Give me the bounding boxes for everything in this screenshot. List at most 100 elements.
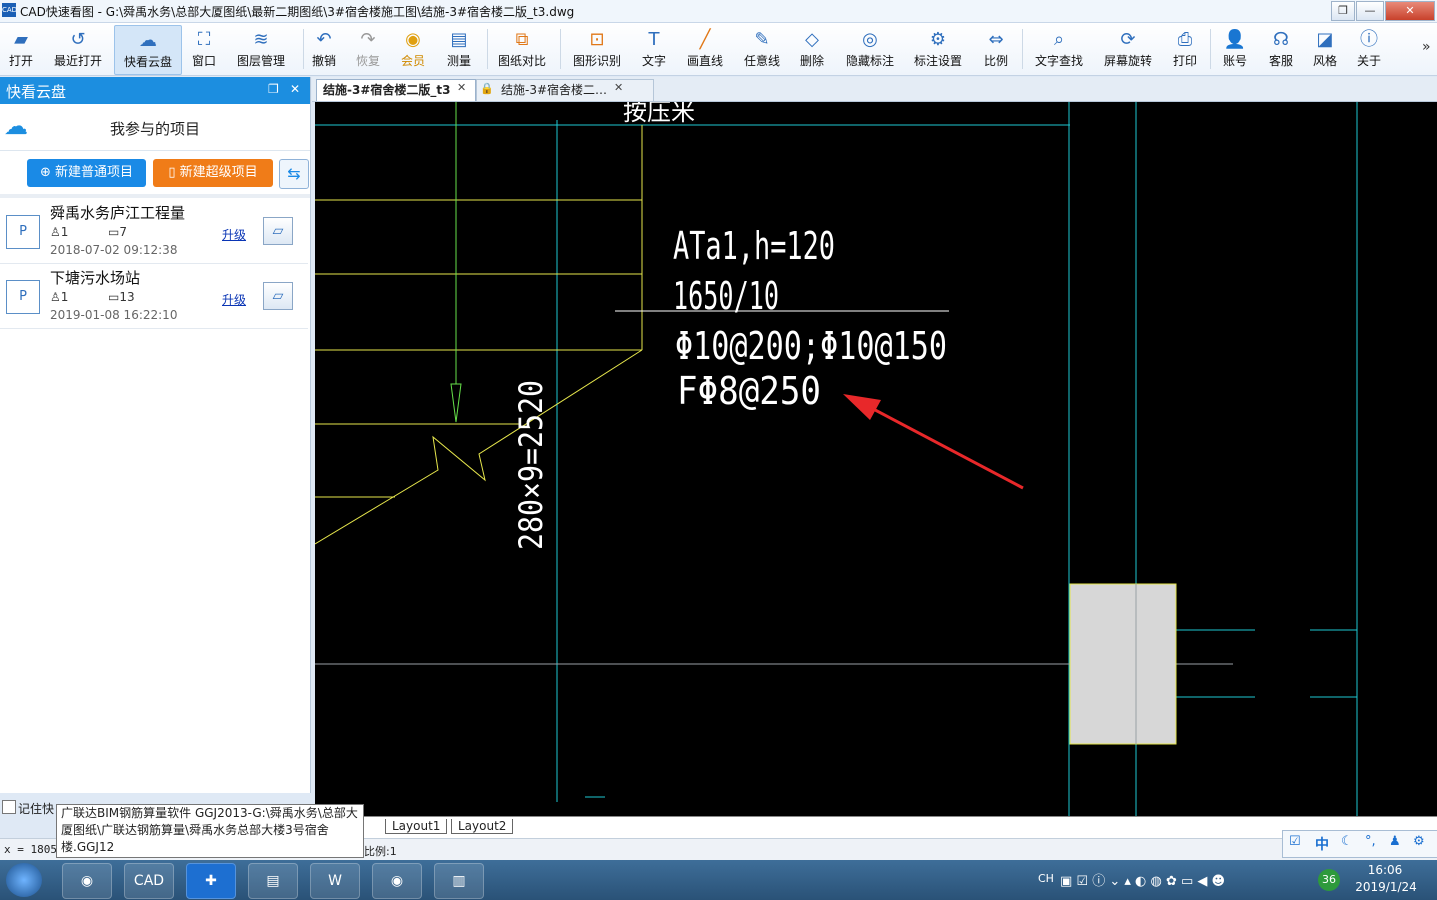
draw-line-button[interactable]: ╱ 画直线: [684, 25, 726, 73]
text-search-icon: ⌕: [1053, 29, 1065, 50]
undo-button[interactable]: ↶ 撤销: [308, 25, 340, 73]
punctuation-icon[interactable]: °,: [1365, 834, 1376, 849]
tab-drawing[interactable]: 结施-3#宿舍楼二…: [476, 79, 654, 101]
taskbar-explorer-icon[interactable]: ▤: [248, 863, 298, 899]
taskbar-wps-icon[interactable]: W: [310, 863, 360, 899]
minimize-button[interactable]: —: [1356, 1, 1384, 21]
tab-layout1[interactable]: Layout1: [385, 819, 448, 834]
line-icon: ╱: [699, 29, 711, 50]
files-count: ▭7: [108, 225, 127, 239]
rotate-screen-icon: ⟳: [1120, 29, 1136, 50]
title-bar: CAD CAD快速看图 - G:\舜禹水务\总部大厦图纸\最新二期图纸\3#宿舍…: [0, 0, 1437, 23]
files-count: ▭13: [108, 290, 135, 304]
drawing-vertical-dimension: 280×9=2520: [512, 380, 550, 550]
print-icon: ⎙: [1177, 29, 1193, 50]
compare-icon: ⧉: [515, 29, 529, 50]
window-title: CAD快速看图 - G:\舜禹水务\总部大厦图纸\最新二期图纸\3#宿舍楼施工图…: [20, 5, 575, 19]
drawing-label-ata: ATa1,h=120: [673, 224, 835, 268]
ime-language[interactable]: 中: [1315, 834, 1329, 854]
close-button[interactable]: ✕: [1385, 1, 1435, 21]
upgrade-link[interactable]: 升级: [222, 226, 246, 243]
start-button[interactable]: [6, 863, 42, 897]
vip-icon: ◉: [405, 29, 421, 50]
gear-icon[interactable]: ⚙: [1413, 834, 1425, 849]
tab-active-drawing[interactable]: 结施-3#宿舍楼二版_t3: [316, 79, 476, 101]
windows-taskbar: ◉ CAD ✚ ▤ W ◉ ▥ CH ▣ ☑ ⓘ ⌄ ▴ ◐ ◍ ✿ ▭ ◀ ☻…: [0, 860, 1437, 900]
account-button[interactable]: 👤 账号: [1218, 25, 1252, 73]
annotation-settings-button[interactable]: ⚙ 标注设置: [910, 25, 966, 73]
info-icon: ⓘ: [1360, 29, 1378, 50]
tray-language[interactable]: CH: [1038, 872, 1054, 885]
taskbar-app-blue-icon[interactable]: ✚: [186, 863, 236, 899]
open-button[interactable]: ▰ 打开: [2, 25, 40, 73]
cad-drawing-canvas[interactable]: 按压米 ATa1,h=120 1650/10 Φ10@200;Φ10@150 F…: [315, 102, 1437, 816]
new-normal-project-button[interactable]: ⊕ 新建普通项目: [27, 159, 146, 187]
open-folder-button[interactable]: ▱: [263, 217, 293, 245]
project-section-header: ☁ 我参与的项目: [0, 104, 310, 151]
main-toolbar: ▰ 打开 ↺ 最近打开 ☁ 快看云盘 ⛶ 窗口 ≋ 图层管理 ↶ 撤销 ↷ 恢复 ◉ 会员 ▤ 测…: [0, 23, 1437, 76]
tab-layout2[interactable]: Layout2: [451, 819, 514, 834]
document-tabs: 结施-3#宿舍楼二版_t3 ✕ 结施-3#宿舍楼二… 🔒 ✕: [312, 77, 1437, 102]
project-name: 下塘污水场站: [50, 269, 141, 287]
tray-360-badge[interactable]: 36: [1318, 869, 1340, 891]
project-icon: P: [6, 215, 40, 249]
delete-button[interactable]: ◇ 删除: [796, 25, 828, 73]
pen-icon: ✎: [754, 29, 770, 50]
restore-button[interactable]: ❐: [1331, 1, 1355, 21]
remember-checkbox[interactable]: [2, 800, 16, 814]
refresh-button[interactable]: ⇆: [279, 159, 309, 189]
window-button[interactable]: ⛶ 窗口: [186, 25, 222, 73]
folder-icon: ▱: [272, 288, 284, 304]
cloud-sidebar: 快看云盘 ❐ ✕ ☁ 我参与的项目 ⊕ 新建普通项目 ▯ 新建超级项目 ⇆ P …: [0, 77, 311, 793]
tray-icons[interactable]: ▣ ☑ ⓘ ⌄ ▴ ◐ ◍ ✿ ▭ ◀ ☻: [1060, 870, 1225, 889]
new-super-project-button[interactable]: ▯ 新建超级项目: [153, 159, 273, 187]
upgrade-link[interactable]: 升级: [222, 291, 246, 308]
tab-close-icon[interactable]: ✕: [614, 81, 623, 94]
freehand-line-button[interactable]: ✎ 任意线: [740, 25, 784, 73]
project-name: 舜禹水务庐江工程量: [50, 204, 186, 222]
taskbar-app-orange-icon[interactable]: ◉: [62, 863, 112, 899]
text-button[interactable]: T 文字: [638, 25, 670, 73]
project-list-item[interactable]: P 舜禹水务庐江工程量 ♙1 ▭7 2018-07-02 09:12:38 升级…: [0, 199, 308, 264]
taskbar-app-gray-icon[interactable]: ▥: [434, 863, 484, 899]
cloud-icon: ☁: [139, 30, 157, 51]
toolbar-more-button[interactable]: »: [1422, 39, 1431, 55]
scale-readout: 比例:1: [364, 845, 397, 858]
eraser-icon: ◇: [805, 29, 819, 50]
files-icon: ▭: [108, 290, 120, 304]
ime-check-icon[interactable]: ☑: [1289, 834, 1301, 849]
customer-service-button[interactable]: ☊ 客服: [1264, 25, 1298, 73]
members-icon: ♙: [50, 225, 61, 239]
print-button[interactable]: ⎙ 打印: [1168, 25, 1202, 73]
compare-button[interactable]: ⧉ 图纸对比: [494, 25, 550, 73]
shape-recognize-icon: ⊡: [589, 29, 605, 50]
headset-icon: ☊: [1273, 29, 1289, 50]
layer-manager-button[interactable]: ≋ 图层管理: [232, 25, 290, 73]
project-date: 2018-07-02 09:12:38: [50, 243, 178, 257]
taskbar-app-orange2-icon[interactable]: ◉: [372, 863, 422, 899]
clock-time[interactable]: 16:06: [1360, 863, 1410, 877]
restore-icon[interactable]: ❐: [268, 82, 279, 96]
plus-icon: ⊕: [39, 165, 55, 180]
redo-button[interactable]: ↷ 恢复: [352, 25, 384, 73]
vip-button[interactable]: ◉ 会员: [396, 25, 430, 73]
about-button[interactable]: ⓘ 关于: [1352, 25, 1386, 73]
clock-date[interactable]: 2019/1/24: [1350, 880, 1422, 894]
rotate-screen-button[interactable]: ⟳ 屏幕旋转: [1100, 25, 1156, 73]
recent-button[interactable]: ↺ 最近打开: [48, 25, 108, 73]
close-icon[interactable]: ✕: [290, 82, 300, 96]
user-icon[interactable]: ♟: [1389, 834, 1401, 849]
measure-button[interactable]: ▤ 测量: [442, 25, 476, 73]
text-search-button[interactable]: ⌕ 文字查找: [1030, 25, 1088, 73]
tab-close-icon[interactable]: ✕: [457, 81, 466, 94]
style-button[interactable]: ◪ 风格: [1308, 25, 1342, 73]
open-folder-button[interactable]: ▱: [263, 282, 293, 310]
layout-tabs: Layout1 Layout2: [315, 816, 1437, 839]
cloud-disk-button[interactable]: ☁ 快看云盘: [114, 25, 182, 75]
taskbar-cad-icon[interactable]: CAD: [124, 863, 174, 899]
moon-icon[interactable]: ☾: [1341, 834, 1353, 849]
hide-annotation-button[interactable]: ◎ 隐藏标注: [842, 25, 898, 73]
project-list-item[interactable]: P 下塘污水场站 ♙1 ▭13 2019-01-08 16:22:10 升级 ▱: [0, 264, 308, 329]
shape-recognize-button[interactable]: ⊡ 图形识别: [568, 25, 626, 73]
scale-button[interactable]: ⇔ 比例: [980, 25, 1012, 73]
